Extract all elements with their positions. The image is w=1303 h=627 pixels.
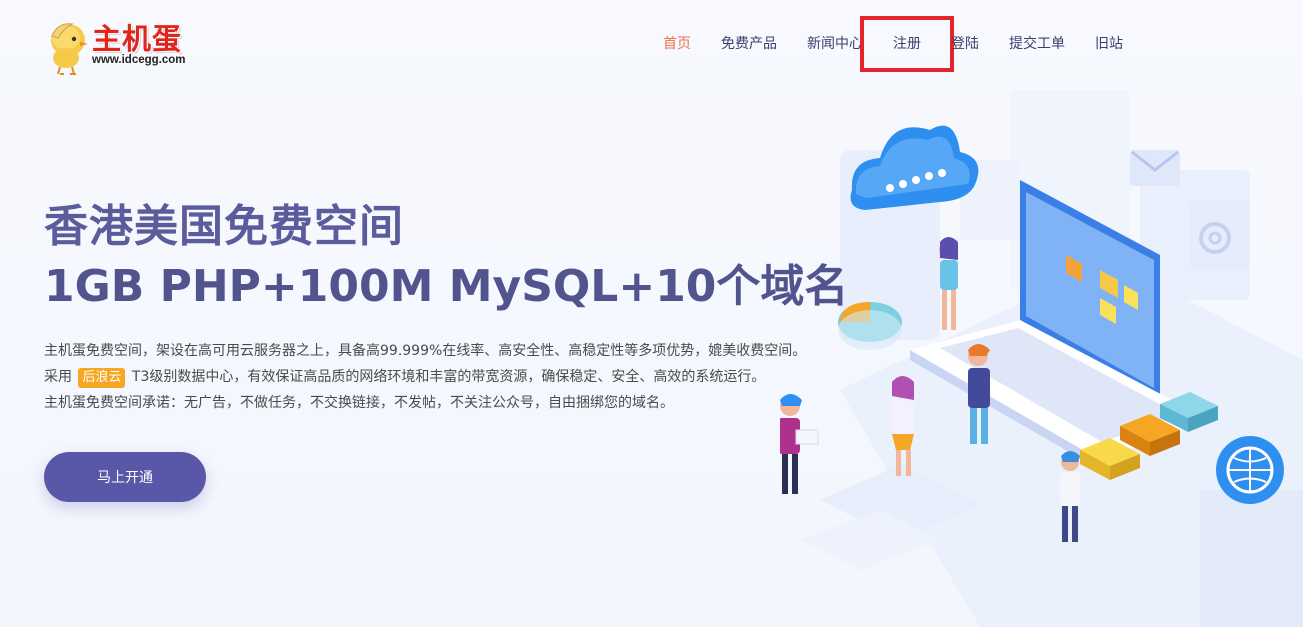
hero-title: 香港美国免费空间 — [44, 201, 404, 252]
desc-line-2: 采用 后浪云 T3级别数据中心，有效保证高品质的网络环境和丰富的带宽资源，确保稳… — [44, 364, 914, 390]
site-logo[interactable]: 主机蛋 www.idcegg.com — [44, 14, 204, 75]
open-now-button[interactable]: 马上开通 — [44, 452, 206, 502]
hero-subtitle: 1GB PHP+100M MySQL+10个域名 — [44, 261, 849, 312]
logo-text: 主机蛋 — [92, 22, 183, 56]
page: 主机蛋 www.idcegg.com 首页 免费产品 新闻中心 注册 登陆 提交… — [0, 0, 1303, 627]
nav-item-news[interactable]: 新闻中心 — [792, 34, 878, 54]
nav-item-old-site[interactable]: 旧站 — [1080, 34, 1138, 54]
nav-item-free-products[interactable]: 免费产品 — [706, 34, 792, 54]
nav-item-home[interactable]: 首页 — [648, 34, 706, 54]
hero-description: 主机蛋免费空间，架设在高可用云服务器之上，具备高99.999%在线率、高安全性、… — [44, 338, 914, 416]
mail-icon — [1130, 150, 1180, 186]
at-icon — [1190, 200, 1250, 270]
desc-line-2-prefix: 采用 — [44, 369, 72, 385]
nav-item-login[interactable]: 登陆 — [936, 34, 994, 54]
globe-icon — [1216, 436, 1284, 504]
logo-url: www.idcegg.com — [92, 54, 186, 66]
chick-logo-icon — [51, 23, 88, 75]
desc-line-3: 主机蛋免费空间承诺：无广告，不做任务，不交换链接，不发帖，不关注公众号，自由捆绑… — [44, 395, 674, 411]
nav-item-register[interactable]: 注册 — [860, 16, 954, 72]
main-nav: 首页 免费产品 新闻中心 注册 登陆 提交工单 旧站 — [648, 16, 1138, 72]
desc-line-1: 主机蛋免费空间，架设在高可用云服务器之上，具备高99.999%在线率、高安全性、… — [44, 343, 807, 359]
nav-item-submit-ticket[interactable]: 提交工单 — [994, 34, 1080, 54]
desc-line-2-suffix: T3级别数据中心，有效保证高品质的网络环境和丰富的带宽资源，确保稳定、安全、高效… — [131, 369, 766, 385]
provider-badge[interactable]: 后浪云 — [78, 368, 126, 388]
